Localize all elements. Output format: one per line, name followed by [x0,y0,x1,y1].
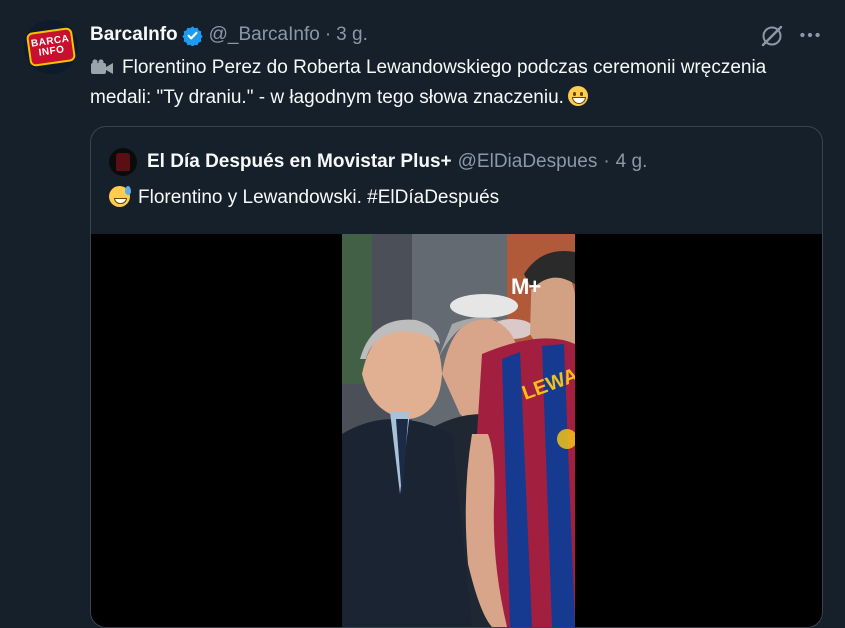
quoted-separator-dot: · [603,151,610,172]
tweet[interactable]: BARCA INFO BarcaInfo @_BarcaInfo · 3 g. … [0,0,845,628]
broadcaster-logo: M+ [511,274,541,299]
quoted-author-handle[interactable]: @ElDiaDespues [458,151,598,173]
video-frame[interactable]: LEWAN M+ [342,234,575,627]
grinning-face-icon [567,86,588,106]
avatar-logo: BARCA INFO [28,29,74,65]
verified-badge-icon[interactable] [181,25,203,46]
video-player[interactable]: LEWAN M+ [91,234,822,627]
quoted-timestamp[interactable]: 4 g. [616,151,648,173]
quoted-author-avatar[interactable] [109,148,137,176]
quoted-author-name[interactable]: El Día Después en Movistar Plus+ [147,151,452,173]
tweet-body: Florentino Perez do Roberta Lewandowskie… [90,57,767,108]
grinning-sweat-face-icon [109,186,131,207]
grok-icon[interactable] [760,24,784,48]
quoted-tweet-header: El Día Después en Movistar Plus+ @ElDiaD… [109,148,648,176]
tweet-text: Florentino Perez do Roberta Lewandowskie… [90,53,810,113]
video-camera-icon [91,59,113,74]
author-avatar[interactable]: BARCA INFO [24,20,78,74]
separator-dot: · [324,24,332,45]
quoted-tweet[interactable]: El Día Después en Movistar Plus+ @ElDiaD… [90,126,823,628]
author-display-name[interactable]: BarcaInfo [90,24,178,46]
quoted-tweet-body: Florentino y Lewandowski. #ElDíaDespués [138,187,500,208]
tweet-timestamp[interactable]: 3 g. [336,24,368,46]
tweet-header: BarcaInfo @_BarcaInfo · 3 g. [90,22,368,48]
author-handle[interactable]: @_BarcaInfo [209,24,320,46]
quoted-tweet-text: Florentino y Lewandowski. #ElDíaDespués [109,184,499,212]
more-options-icon[interactable] [797,22,823,48]
